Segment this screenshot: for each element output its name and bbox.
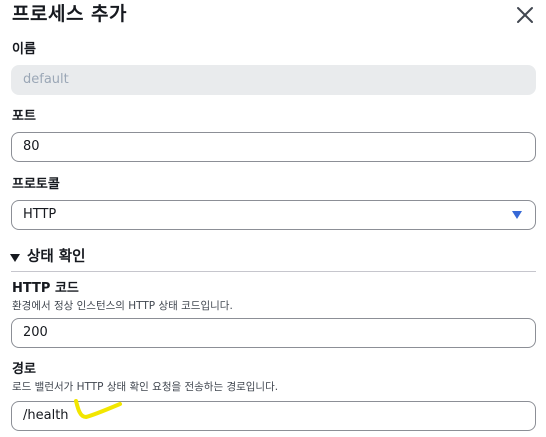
- caret-down-icon: [512, 211, 522, 219]
- name-input: default: [11, 65, 536, 95]
- path-description: 로드 밸런서가 HTTP 상태 확인 요청을 전송하는 경로입니다.: [12, 381, 279, 393]
- section-divider: [11, 271, 536, 272]
- port-input[interactable]: 80: [11, 132, 536, 162]
- close-icon[interactable]: [514, 4, 536, 26]
- path-label: 경로: [12, 362, 36, 377]
- http-code-description: 환경에서 정상 인스턴스의 HTTP 상태 코드입니다.: [12, 300, 233, 312]
- expand-triangle-icon: [10, 253, 20, 262]
- http-code-input[interactable]: 200: [11, 318, 536, 348]
- health-check-section-toggle[interactable]: 상태 확인: [10, 247, 85, 267]
- name-label: 이름: [12, 42, 36, 57]
- dialog-title: 프로세스 추가: [12, 3, 127, 25]
- add-process-dialog: 프로세스 추가 이름 default 포트 80 프로토콜 HTTP 상태 확인…: [0, 0, 546, 437]
- http-code-label: HTTP 코드: [12, 281, 79, 296]
- protocol-selected-value: HTTP: [23, 207, 57, 222]
- health-check-section-label: 상태 확인: [27, 249, 86, 265]
- protocol-label: 프로토콜: [12, 177, 60, 192]
- path-input[interactable]: /health: [11, 401, 536, 431]
- port-label: 포트: [12, 109, 36, 124]
- protocol-select[interactable]: HTTP: [11, 200, 536, 230]
